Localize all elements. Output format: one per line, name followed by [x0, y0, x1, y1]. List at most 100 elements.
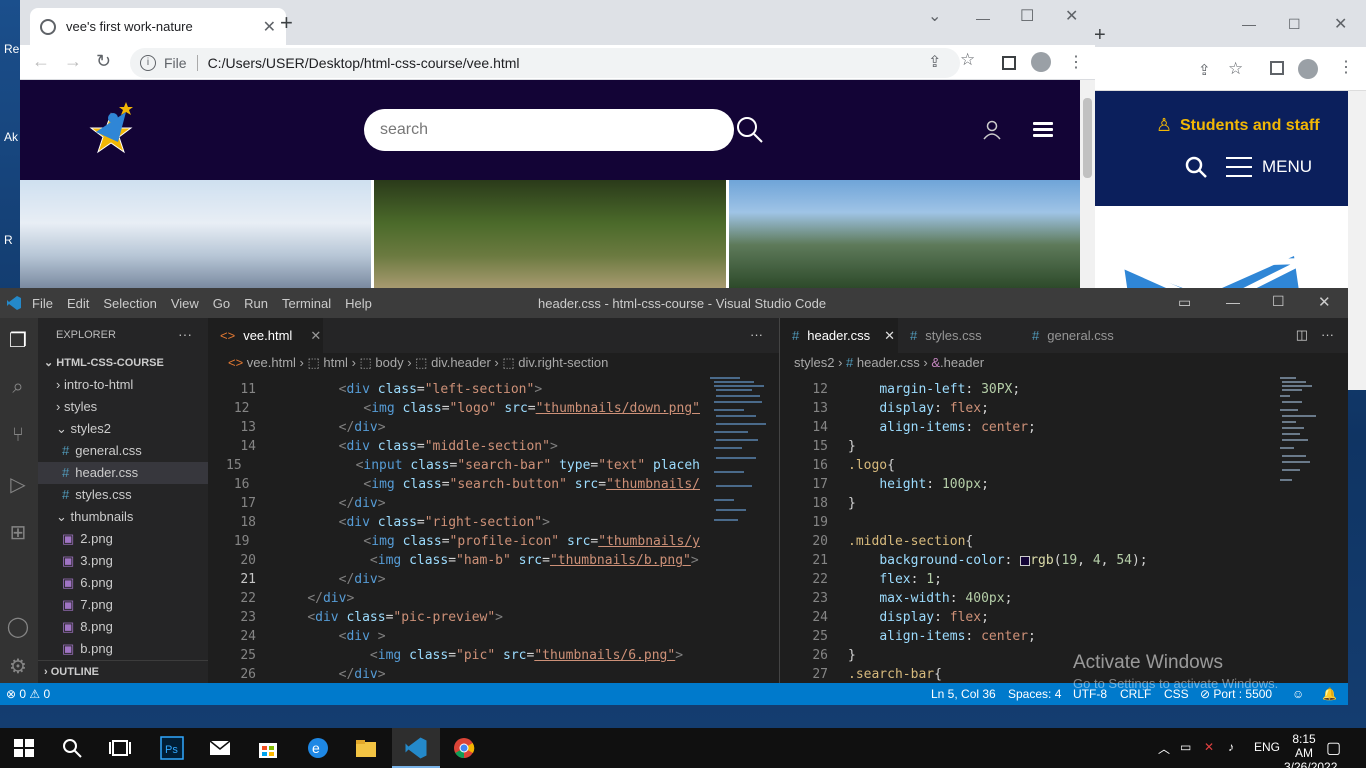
menu-edit[interactable]: Edit	[67, 296, 89, 311]
code-line[interactable]: 12 <img class="logo" src="thumbnails/dow…	[208, 399, 700, 418]
line-text[interactable]: .middle-section{	[828, 532, 973, 551]
user-icon[interactable]	[982, 120, 1002, 140]
code-line[interactable]: 18}	[780, 494, 1270, 513]
code-line[interactable]: 15}	[780, 437, 1270, 456]
breadcrumb-item[interactable]: .header	[940, 355, 984, 370]
windows-start-icon[interactable]	[12, 736, 36, 760]
minimize-icon[interactable]: —	[1226, 294, 1240, 310]
line-text[interactable]: height: 100px;	[828, 475, 989, 494]
tab-vee-html[interactable]: <> vee.html ✕	[208, 318, 323, 353]
desktop-icon-label[interactable]: Re	[4, 42, 19, 56]
page-scrollbar[interactable]	[1080, 80, 1095, 288]
close-icon[interactable]: ✕	[1318, 293, 1331, 311]
code-line[interactable]: 17 </div>	[208, 494, 700, 513]
settings-gear-icon[interactable]: ⚙	[4, 654, 32, 682]
tab-search-icon[interactable]: ⌄	[928, 6, 941, 26]
tree-file[interactable]: ▣ b.png	[38, 638, 208, 660]
share-icon[interactable]: ⇪	[1198, 61, 1211, 79]
code-line[interactable]: 25 align-items: center;	[780, 627, 1270, 646]
url-text[interactable]: C:/Users/USER/Desktop/html-css-course/ve…	[208, 55, 520, 71]
code-line[interactable]: 20 .middle-section{	[780, 532, 1270, 551]
account-icon[interactable]: ◯	[4, 614, 32, 642]
line-text[interactable]: }	[828, 646, 856, 665]
line-text[interactable]: flex: 1;	[828, 570, 942, 589]
tree-file[interactable]: # header.css	[38, 462, 208, 484]
line-text[interactable]: <img class="logo" src="thumbnails/down.p…	[249, 399, 700, 418]
profile-icon[interactable]	[1298, 59, 1318, 79]
code-line[interactable]: 13 </div>	[208, 418, 700, 437]
line-text[interactable]: </div>	[256, 665, 386, 684]
star-icon[interactable]: ☆	[1228, 59, 1243, 79]
desktop-icon-label[interactable]: R	[4, 233, 13, 247]
new-tab-icon[interactable]: +	[280, 10, 293, 36]
info-icon[interactable]: i	[140, 55, 156, 71]
tab-header-css[interactable]: # header.css ✕	[780, 318, 898, 353]
split-editor-icon[interactable]: ◫	[1296, 327, 1308, 343]
students-staff-link[interactable]: Students and staff	[1180, 117, 1320, 135]
menu-selection[interactable]: Selection	[103, 296, 156, 311]
run-debug-icon[interactable]: ▷	[4, 472, 32, 500]
code-line[interactable]: 19	[780, 513, 1270, 532]
store-icon[interactable]	[256, 736, 280, 760]
breadcrumb-item[interactable]: div.header	[431, 355, 491, 370]
line-text[interactable]: </div>	[256, 570, 386, 589]
language-icon[interactable]: ENG	[1254, 740, 1280, 754]
code-line[interactable]: 21 </div>	[208, 570, 700, 589]
show-hidden-icons[interactable]: ︿	[1158, 740, 1170, 757]
line-text[interactable]: .logo{	[828, 456, 895, 475]
menu-run[interactable]: Run	[244, 296, 268, 311]
tree-folder[interactable]: › styles	[38, 396, 208, 418]
code-line[interactable]: 20 <img class="ham-b" src="thumbnails/b.…	[208, 551, 700, 570]
line-text[interactable]: .search-bar{	[828, 665, 942, 684]
indentation[interactable]: Spaces: 4	[1008, 687, 1061, 701]
css-editor[interactable]: # header.css ✕ # styles.css # general.cs…	[779, 318, 1348, 683]
background-scrollbar[interactable]	[1348, 91, 1366, 390]
tab-general-css[interactable]: # general.css	[1020, 318, 1142, 353]
close-icon[interactable]: ✕	[1334, 14, 1347, 34]
tree-folder[interactable]: ⌄ thumbnails	[38, 506, 208, 528]
line-text[interactable]: <input class="search-bar" type="text" pl…	[242, 456, 700, 475]
tree-file[interactable]: ▣ 7.png	[38, 594, 208, 616]
cursor-position[interactable]: Ln 5, Col 36	[931, 687, 996, 701]
close-icon[interactable]: ✕	[1065, 6, 1078, 26]
line-text[interactable]: <img class="profile-icon" src="thumbnail…	[250, 532, 700, 551]
line-text[interactable]: </div>	[256, 589, 354, 608]
mail-icon[interactable]	[208, 736, 232, 760]
code-line[interactable]: 16 .logo{	[780, 456, 1270, 475]
search-input[interactable]: search	[364, 109, 734, 151]
minimize-icon[interactable]: —	[976, 10, 990, 26]
code-line[interactable]: 17 height: 100px;	[780, 475, 1270, 494]
line-text[interactable]: <div class="right-section">	[256, 513, 550, 532]
notifications-icon[interactable]: 🔔	[1322, 687, 1337, 701]
network-icon[interactable]: ✕	[1204, 740, 1214, 754]
minimap[interactable]	[1278, 375, 1338, 675]
more-actions-icon[interactable]: ···	[178, 326, 192, 342]
tab-close-icon[interactable]: ✕	[310, 328, 321, 344]
search-icon[interactable]: ⌕	[4, 376, 32, 404]
line-text[interactable]: <img class="search-button" src="thumbnai…	[250, 475, 700, 494]
code-line[interactable]: 26 </div>	[208, 665, 700, 684]
breadcrumb-item[interactable]: styles2	[794, 355, 834, 370]
outline-section[interactable]: › OUTLINE	[38, 660, 208, 682]
menu-help[interactable]: Help	[345, 296, 372, 311]
chrome-icon[interactable]	[452, 736, 476, 760]
profile-icon[interactable]	[1031, 52, 1051, 72]
menu-file[interactable]: File	[32, 296, 53, 311]
menu-view[interactable]: View	[171, 296, 199, 311]
code-line[interactable]: 23 max-width: 400px;	[780, 589, 1270, 608]
line-text[interactable]: background-color: rgb(19, 4, 54);	[828, 551, 1147, 570]
minimize-icon[interactable]: —	[1242, 16, 1256, 32]
browser-tab[interactable]: vee's first work-nature ✕	[30, 8, 286, 45]
tree-file[interactable]: # general.css	[38, 440, 208, 462]
code-line[interactable]: 22 </div>	[208, 589, 700, 608]
tree-folder[interactable]: › intro-to-html	[38, 374, 208, 396]
photoshop-icon[interactable]: Ps	[160, 736, 184, 760]
layout-icon[interactable]: ▭	[1178, 294, 1191, 311]
code-line[interactable]: 19 <img class="profile-icon" src="thumbn…	[208, 532, 700, 551]
address-bar[interactable]: i File C:/Users/USER/Desktop/html-css-co…	[130, 48, 960, 78]
tree-folder[interactable]: ⌄ styles2	[38, 418, 208, 440]
feedback-icon[interactable]: ☺	[1292, 687, 1304, 701]
volume-icon[interactable]: ♪	[1228, 740, 1234, 754]
reload-icon[interactable]: ↻	[96, 51, 111, 72]
menu-icon[interactable]	[1226, 157, 1252, 177]
